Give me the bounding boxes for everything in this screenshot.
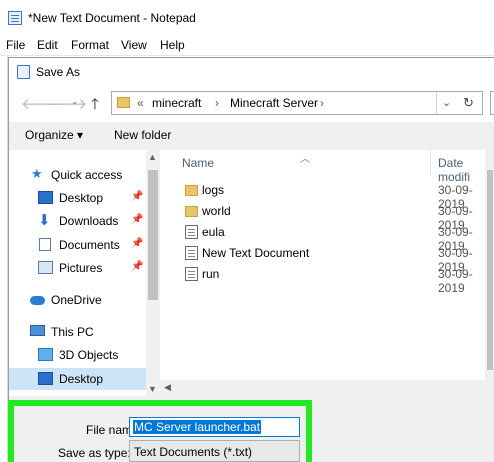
navigation-pane: ★ Quick access Desktop 📌 ⬇ Downloads 📌 D… [9,150,160,396]
column-header-name[interactable]: Name [182,156,214,170]
sidebar-item-label: Pictures [59,261,103,275]
folder-icon [117,97,130,108]
notepad-titlebar: *New Text Document - Notepad [0,0,494,34]
breadcrumb-separator[interactable]: › [320,96,324,110]
dialog-titlebar: Save As [9,58,494,86]
save-as-type-select[interactable]: Text Documents (*.txt) [129,440,300,462]
address-bar[interactable]: « minecraft › Minecraft Server › ⌄ ↻ [111,91,483,115]
dialog-title: Save As [36,65,81,79]
notepad-edit-area [0,56,8,462]
file-row-world[interactable]: world 30-09-2019 [160,201,494,232]
sidebar-item-desktop[interactable]: Desktop 📌 [9,187,146,209]
arrow-right-icon[interactable]: 🡒 [47,94,87,113]
sidebar-scrollbar[interactable]: ▲ ▼ [146,150,160,396]
search-input[interactable] [490,91,494,115]
refresh-icon[interactable]: ↻ [463,95,474,111]
chevron-down-icon[interactable]: ⌄ [442,96,451,109]
desktop-icon [38,191,53,204]
address-overflow[interactable]: « [137,96,144,110]
pin-icon[interactable]: 📌 [131,238,143,249]
computer-icon [30,325,45,336]
menu-file[interactable]: File [6,38,25,52]
file-row-run[interactable]: run 30-09-2019 [160,264,494,295]
file-row-eula[interactable]: eula 30-09-2019 [160,222,494,253]
sidebar-item-desktop-selected[interactable]: Desktop [9,368,146,390]
cube-icon [38,348,53,361]
sidebar-item-label: Desktop [59,191,104,205]
file-list: ︿ Name Date modifi logs 30-09-2019 world… [160,150,494,396]
save-as-icon [17,65,30,79]
desktop-icon [38,372,53,385]
breadcrumb-minecraft-server[interactable]: Minecraft Server [230,96,318,110]
file-name: eula [202,225,225,239]
navigation-row: 🡐 🡒 ⌄ 🡑 « minecraft › Minecraft Server ›… [9,86,494,122]
sidebar-item-quick-access[interactable]: ★ Quick access [9,164,146,186]
arrow-up-icon[interactable]: 🡑 [91,94,99,119]
menu-help[interactable]: Help [160,38,185,52]
pin-icon[interactable]: 📌 [131,214,143,225]
menu-format[interactable]: Format [71,38,109,52]
sidebar-item-this-pc[interactable]: This PC [9,321,146,343]
menu-view[interactable]: View [121,38,147,52]
pin-icon[interactable]: 📌 [131,191,143,202]
sidebar-item-label: 3D Objects [59,348,119,362]
sort-ascending-icon: ︿ [300,154,310,165]
save-as-type-value: Text Documents (*.txt) [134,445,253,459]
breadcrumb-minecraft[interactable]: minecraft [152,96,201,110]
file-name-value[interactable]: MC Server launcher.bat [133,420,262,434]
notepad-title: *New Text Document - Notepad [28,11,196,25]
scroll-up-icon[interactable]: ▲ [148,152,157,162]
file-name: logs [202,183,225,197]
sidebar-item-label: OneDrive [51,293,102,307]
new-folder-button[interactable]: New folder [114,128,171,142]
file-name: run [202,267,220,281]
sidebar-item-pictures[interactable]: Pictures 📌 [9,257,146,279]
documents-icon [39,238,51,251]
file-name-input[interactable]: MC Server launcher.bat [129,417,300,437]
sidebar-item-downloads[interactable]: ⬇ Downloads 📌 [9,210,146,232]
file-list-scroll-thumb[interactable] [487,170,493,370]
address-divider [436,92,437,114]
pin-icon[interactable]: 📌 [131,261,143,272]
sidebar-item-documents[interactable]: Documents 📌 [9,234,146,256]
folder-icon [185,185,198,196]
sidebar-item-label: Downloads [59,214,119,228]
content-area: ★ Quick access Desktop 📌 ⬇ Downloads 📌 D… [9,150,494,396]
file-name: world [202,204,231,218]
sidebar-item-label: Quick access [51,168,123,182]
document-icon [185,246,198,260]
folder-icon [185,206,198,217]
sidebar-item-label: This PC [51,325,94,339]
sidebar-scroll-thumb[interactable] [148,170,158,300]
document-icon [185,225,198,239]
cloud-icon [30,296,45,305]
save-as-type-label: Save as type: [58,446,131,460]
sidebar-item-3d-objects[interactable]: 3D Objects [9,344,146,366]
sidebar-item-label: Desktop [59,372,104,386]
dialog-toolbar: Organize ▾ New folder [9,122,494,150]
star-icon: ★ [31,166,43,181]
horizontal-scrollbar[interactable]: ◀ [160,380,494,396]
scroll-down-icon[interactable]: ▼ [148,384,157,394]
notepad-icon [8,11,22,25]
chevron-down-icon[interactable]: ⌄ [71,96,79,107]
menu-edit[interactable]: Edit [37,38,58,52]
notepad-menubar: File Edit Format View Help [0,34,494,56]
sidebar-item-onedrive[interactable]: OneDrive [9,289,146,311]
pictures-icon [38,261,53,274]
file-list-scrollbar[interactable] [485,150,494,396]
file-row-new-text-document[interactable]: New Text Document 30-09-2019 [160,243,494,274]
document-icon [185,267,198,281]
file-row-logs[interactable]: logs 30-09-2019 [160,180,494,211]
column-divider[interactable] [430,150,431,176]
organize-button[interactable]: Organize ▾ [25,128,83,142]
download-icon: ⬇ [38,212,51,229]
sidebar-item-label: Documents [59,238,120,252]
breadcrumb-separator: › [215,96,219,110]
file-name: New Text Document [202,246,310,260]
scroll-left-icon[interactable]: ◀ [164,382,171,393]
